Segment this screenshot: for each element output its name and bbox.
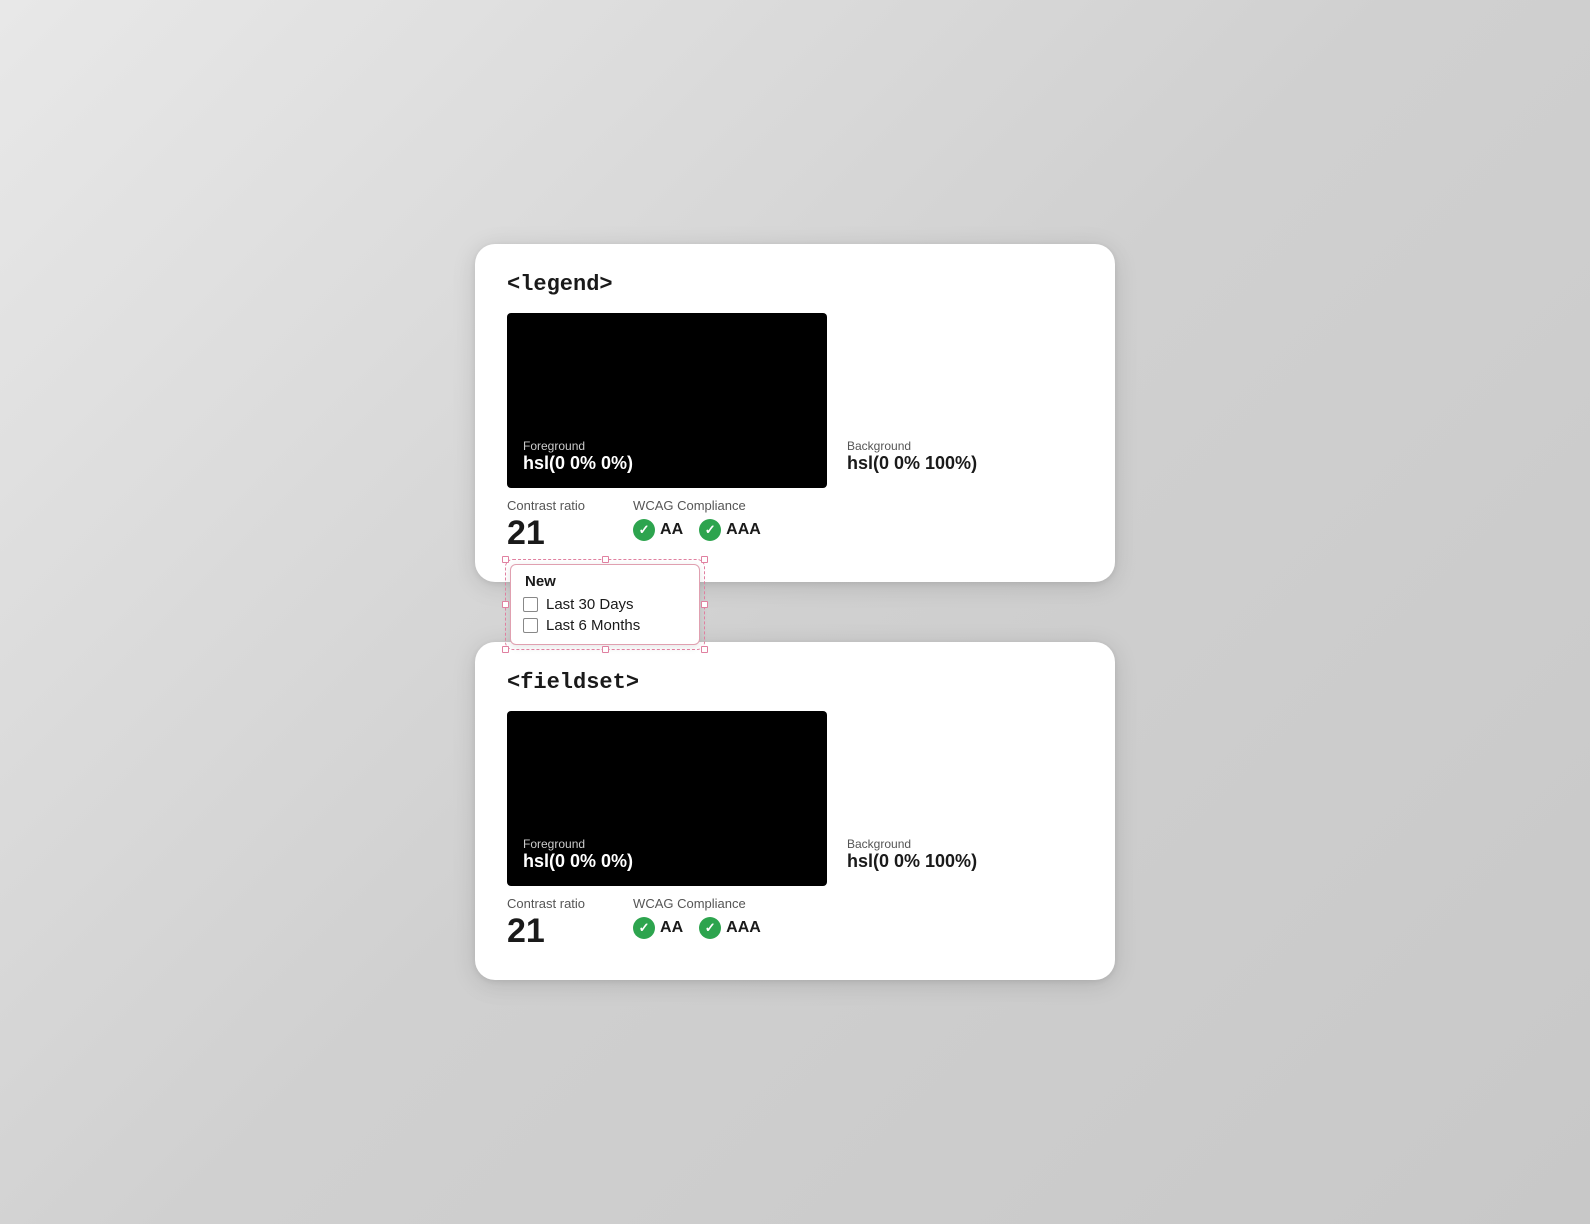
legend-aa-label: AA (660, 521, 683, 539)
fieldset-fg-labels: Foreground hsl(0 0% 0%) (523, 837, 633, 872)
handle-tl (502, 556, 509, 563)
fieldset-bg-value: hsl(0 0% 100%) (847, 851, 977, 872)
legend-contrast-block: Contrast ratio 21 (507, 498, 585, 552)
fieldset-bg-info: Background hsl(0 0% 100%) (827, 711, 977, 886)
legend-wcag-aaa-badge: AAA (699, 519, 761, 541)
fieldset-wcag-aaa-badge: AAA (699, 917, 761, 939)
dropdown-checkbox-last30[interactable] (523, 597, 538, 612)
handle-tr (701, 556, 708, 563)
legend-bg-label: Background (847, 439, 977, 453)
handle-mr (701, 601, 708, 608)
fieldset-wcag-label: WCAG Compliance (633, 896, 761, 911)
fieldset-fg-value: hsl(0 0% 0%) (523, 851, 633, 872)
fieldset-preview-area: Foreground hsl(0 0% 0%) Background hsl(0… (507, 711, 1083, 886)
fieldset-card: <fieldset> Foreground hsl(0 0% 0%) Backg… (475, 642, 1115, 980)
fieldset-contrast-block: Contrast ratio 21 (507, 896, 585, 950)
legend-fg-label: Foreground (523, 439, 633, 453)
fieldset-preview-box: Foreground hsl(0 0% 0%) (507, 711, 827, 886)
legend-aaa-check-icon (699, 519, 721, 541)
floating-dropdown[interactable]: New Last 30 Days Last 6 Months (510, 564, 700, 645)
handle-br (701, 646, 708, 653)
legend-card-title: <legend> (507, 272, 1083, 297)
legend-bg-info: Background hsl(0 0% 100%) (827, 313, 977, 488)
legend-aa-check-icon (633, 519, 655, 541)
dropdown-new-label: New (523, 573, 685, 590)
fieldset-contrast-label: Contrast ratio (507, 896, 585, 911)
dropdown-item-last6[interactable]: Last 6 Months (523, 617, 685, 634)
fieldset-card-title: <fieldset> (507, 670, 1083, 695)
fieldset-bg-label: Background (847, 837, 977, 851)
legend-fg-labels: Foreground hsl(0 0% 0%) (523, 439, 633, 474)
dropdown-checkbox-last6[interactable] (523, 618, 538, 633)
legend-stats-row: Contrast ratio 21 WCAG Compliance AA AAA (507, 498, 1083, 552)
handle-tm (602, 556, 609, 563)
legend-preview-box: Foreground hsl(0 0% 0%) (507, 313, 827, 488)
fieldset-wcag-badges: AA AAA (633, 917, 761, 939)
legend-fg-value: hsl(0 0% 0%) (523, 453, 633, 474)
dropdown-item-last30[interactable]: Last 30 Days (523, 596, 685, 613)
fieldset-aaa-label: AAA (726, 919, 761, 937)
legend-card: <legend> Foreground hsl(0 0% 0%) Backgro… (475, 244, 1115, 582)
legend-wcag-label: WCAG Compliance (633, 498, 761, 513)
legend-wcag-block: WCAG Compliance AA AAA (633, 498, 761, 541)
handle-bl (502, 646, 509, 653)
fieldset-wcag-aa-badge: AA (633, 917, 683, 939)
fieldset-contrast-value: 21 (507, 913, 585, 950)
fieldset-aa-label: AA (660, 919, 683, 937)
legend-contrast-label: Contrast ratio (507, 498, 585, 513)
fieldset-wcag-block: WCAG Compliance AA AAA (633, 896, 761, 939)
handle-bm (602, 646, 609, 653)
fieldset-aa-check-icon (633, 917, 655, 939)
legend-aaa-label: AAA (726, 521, 761, 539)
legend-wcag-badges: AA AAA (633, 519, 761, 541)
fieldset-fg-label: Foreground (523, 837, 633, 851)
dropdown-label-last6: Last 6 Months (546, 617, 640, 634)
fieldset-stats-row: Contrast ratio 21 WCAG Compliance AA AAA (507, 896, 1083, 950)
handle-ml (502, 601, 509, 608)
legend-preview-area: Foreground hsl(0 0% 0%) Background hsl(0… (507, 313, 1083, 488)
legend-wcag-aa-badge: AA (633, 519, 683, 541)
dropdown-label-last30: Last 30 Days (546, 596, 634, 613)
page-container: <legend> Foreground hsl(0 0% 0%) Backgro… (475, 244, 1115, 981)
legend-contrast-value: 21 (507, 515, 585, 552)
fieldset-aaa-check-icon (699, 917, 721, 939)
legend-bg-value: hsl(0 0% 100%) (847, 453, 977, 474)
